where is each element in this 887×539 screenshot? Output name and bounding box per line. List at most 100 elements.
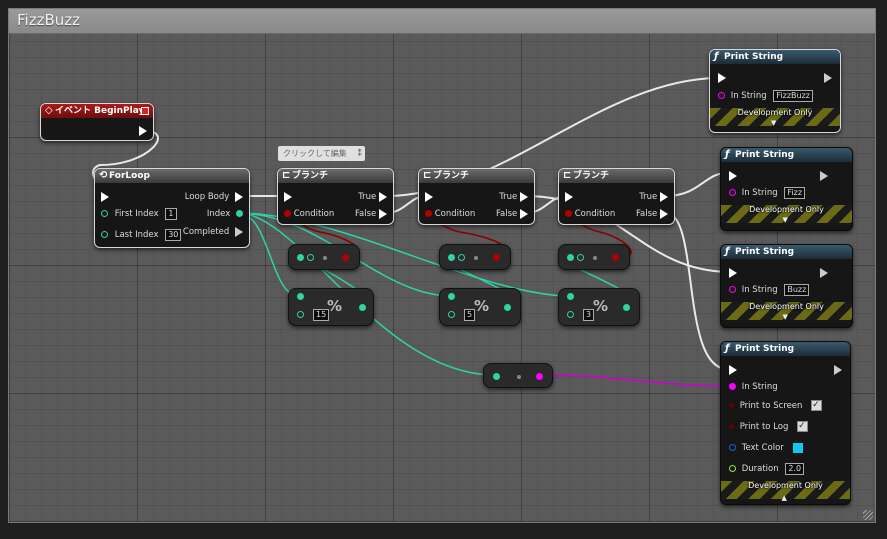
in-string-pin[interactable]: In String FizzBuzz [718,89,813,103]
condition-pin[interactable]: Condition [565,207,615,221]
int-pin-icon[interactable] [359,304,366,311]
modulo-node-2[interactable]: 5 % [439,288,521,326]
exec-out-pin[interactable] [824,71,832,85]
equal-node-1[interactable] [288,244,360,270]
bool-pin-icon[interactable] [493,254,500,261]
exec-in-pin[interactable] [729,363,737,377]
true-pin[interactable]: True [639,190,668,204]
int-to-string-node[interactable] [483,363,553,388]
int-pin-icon[interactable] [623,304,630,311]
int-pin-icon[interactable] [448,293,455,300]
int-pin-icon[interactable] [297,293,304,300]
branch-header[interactable]: ⊏ ブランチ [559,169,674,183]
exec-out-pin[interactable] [820,169,828,183]
exec-in-pin[interactable] [284,190,292,204]
loop-body-pin[interactable]: Loop Body [185,190,243,204]
modulo-node-3[interactable]: 3 % [558,288,640,326]
int-pin-icon[interactable] [567,311,574,318]
in-string-pin[interactable]: In String Buzz [729,283,810,297]
equal-node-3[interactable] [558,244,630,270]
expand-arrow-icon[interactable]: ▼ [771,118,776,128]
last-index-pin[interactable]: Last Index 30 [101,228,182,242]
print-string-node-4[interactable]: ƒ Print String In String Print to Screen… [720,341,851,505]
blueprint-graph[interactable]: FizzBuzz ◇ イベント BeginPlay ⟲ ForLoop Loop… [0,0,887,539]
print-to-log-checkbox[interactable] [797,419,809,433]
exec-wire[interactable] [665,212,729,371]
modulo-node-1[interactable]: 15 % [288,288,374,326]
int-pin-icon[interactable] [458,254,465,261]
int-pin-icon[interactable] [307,254,314,261]
print-to-log-pin[interactable]: Print to Log [729,419,809,434]
in-string-pin[interactable]: In String [729,380,778,394]
expand-arrow-icon[interactable]: ▼ [783,312,788,322]
int-pin-icon[interactable] [448,254,455,261]
forloop-node[interactable]: ⟲ ForLoop Loop Body First Index 1 Index … [94,168,250,248]
exec-in-pin[interactable] [729,266,737,280]
in-string-pin[interactable]: In String Fizz [729,186,806,200]
exec-out-pin[interactable] [820,266,828,280]
condition-pin[interactable]: Condition [284,207,334,221]
exec-out-pin[interactable] [139,124,147,138]
int-pin-icon[interactable] [297,311,304,318]
completed-pin[interactable]: Completed [183,225,243,239]
duration-pin[interactable]: Duration 2.0 [729,462,805,476]
branch-header[interactable]: ⊏ ブランチ [278,169,393,183]
string-wire[interactable] [539,374,734,387]
int-pin-icon[interactable] [448,311,455,318]
bool-pin-icon[interactable] [342,254,349,261]
false-pin[interactable]: False [636,207,668,221]
collapse-arrow-icon[interactable]: ▲ [782,493,787,503]
exec-in-pin[interactable] [101,190,109,204]
int-pin-icon[interactable] [504,304,511,311]
int-pin-icon[interactable] [567,293,574,300]
print-string-header[interactable]: ƒ Print String [710,50,840,64]
pin-comment-icon[interactable]: ⁑ [358,146,362,161]
exec-in-pin[interactable] [729,169,737,183]
in-string-input[interactable]: FizzBuzz [773,89,813,102]
print-string-header[interactable]: ƒ Print String [721,148,852,162]
last-index-input[interactable]: 30 [165,228,182,241]
condition-pin[interactable]: Condition [425,207,475,221]
exec-out-pin[interactable] [834,363,842,377]
event-beginplay-node[interactable]: ◇ イベント BeginPlay [40,103,154,141]
print-string-header[interactable]: ƒ Print String [721,342,850,356]
in-string-input[interactable]: Buzz [784,283,810,296]
print-string-node-1[interactable]: ƒ Print String In String FizzBuzz Develo… [709,49,841,133]
print-to-screen-pin[interactable]: Print to Screen [729,398,823,413]
first-index-input[interactable]: 1 [165,207,177,220]
print-string-node-3[interactable]: ƒ Print String In String Buzz Developmen… [720,244,853,328]
branch-node-2[interactable]: ⊏ ブランチ True Condition False [418,168,535,225]
event-header[interactable]: ◇ イベント BeginPlay [41,104,153,118]
int-pin-icon[interactable] [577,254,584,261]
print-string-node-2[interactable]: ƒ Print String In String Fizz Developmen… [720,147,853,231]
string-pin-icon[interactable] [536,373,543,380]
forloop-header[interactable]: ⟲ ForLoop [95,169,249,183]
index-pin[interactable]: Index [207,207,243,221]
false-pin[interactable]: False [355,207,387,221]
int-pin-icon[interactable] [567,254,574,261]
int-pin-icon[interactable] [297,254,304,261]
branch-node-1[interactable]: ⊏ ブランチ True Condition False [277,168,394,225]
branch-node-3[interactable]: ⊏ ブランチ True Condition False [558,168,675,225]
branch-header[interactable]: ⊏ ブランチ [419,169,534,183]
event-delegate-icon[interactable] [141,107,149,115]
text-color-pin[interactable]: Text Color [729,441,803,455]
print-to-screen-checkbox[interactable] [811,398,823,412]
equal-node-2[interactable] [439,244,511,270]
duration-input[interactable]: 2.0 [785,462,805,475]
int-pin-icon[interactable] [493,373,500,380]
expand-arrow-icon[interactable]: ▼ [783,215,788,225]
exec-in-pin[interactable] [565,190,573,204]
exec-in-pin[interactable] [425,190,433,204]
exec-wire[interactable] [665,171,729,197]
print-string-header[interactable]: ƒ Print String [721,245,852,259]
false-pin[interactable]: False [496,207,528,221]
true-pin[interactable]: True [499,190,528,204]
true-pin[interactable]: True [358,190,387,204]
first-index-pin[interactable]: First Index 1 [101,207,177,221]
text-color-swatch[interactable] [792,442,803,453]
bool-pin-icon[interactable] [612,254,619,261]
exec-in-pin[interactable] [718,71,726,85]
in-string-input[interactable]: Fizz [784,186,806,199]
comment-bubble[interactable]: クリックして編集 ⁑ [278,146,365,161]
